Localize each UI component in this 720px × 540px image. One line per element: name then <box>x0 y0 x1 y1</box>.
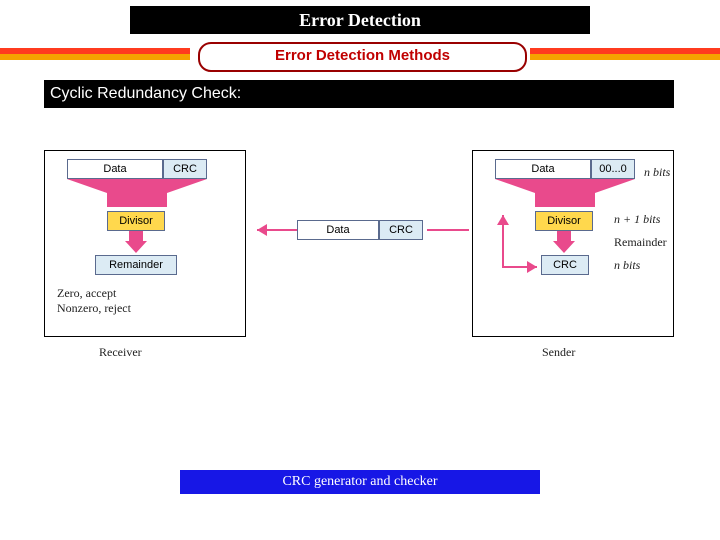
receiver-label: Receiver <box>99 345 142 359</box>
recv-crc: CRC <box>163 159 207 179</box>
send-zeros: 00...0 <box>591 159 635 179</box>
transmission-arrow: Data CRC <box>249 210 469 250</box>
stripe-left <box>0 48 190 60</box>
send-nbits: n bits <box>644 165 670 179</box>
section-heading: Cyclic Redundancy Check: <box>44 80 674 108</box>
slide-subtitle: Error Detection Methods <box>198 42 527 72</box>
recv-remainder: Remainder <box>95 255 177 275</box>
sender-label: Sender <box>542 345 575 359</box>
recv-data: Data <box>67 159 163 179</box>
receiver-panel: Data CRC Divisor Remainder Zero, accept … <box>44 150 246 337</box>
send-divisor: Divisor <box>535 211 593 231</box>
send-remainder: Remainder <box>614 235 667 249</box>
recv-reject: Nonzero, reject <box>57 301 131 315</box>
arrow-down-icon <box>125 231 147 253</box>
send-crc: CRC <box>541 255 589 275</box>
stripe-right <box>530 48 720 60</box>
slide-title: Error Detection <box>130 6 590 34</box>
send-crcbits: n bits <box>614 258 640 272</box>
mid-data: Data <box>297 220 379 240</box>
funnel-icon <box>495 179 635 207</box>
figure: Data CRC Divisor Remainder Zero, accept … <box>44 150 674 420</box>
feedback-arrow-icon <box>497 207 537 285</box>
send-data: Data <box>495 159 591 179</box>
recv-accept: Zero, accept <box>57 286 116 300</box>
recv-divisor: Divisor <box>107 211 165 231</box>
mid-crc: CRC <box>379 220 423 240</box>
send-divbits: n + 1 bits <box>614 212 660 226</box>
figure-caption: CRC generator and checker <box>180 470 540 494</box>
arrow-down-icon <box>553 231 575 253</box>
funnel-icon <box>67 179 207 207</box>
